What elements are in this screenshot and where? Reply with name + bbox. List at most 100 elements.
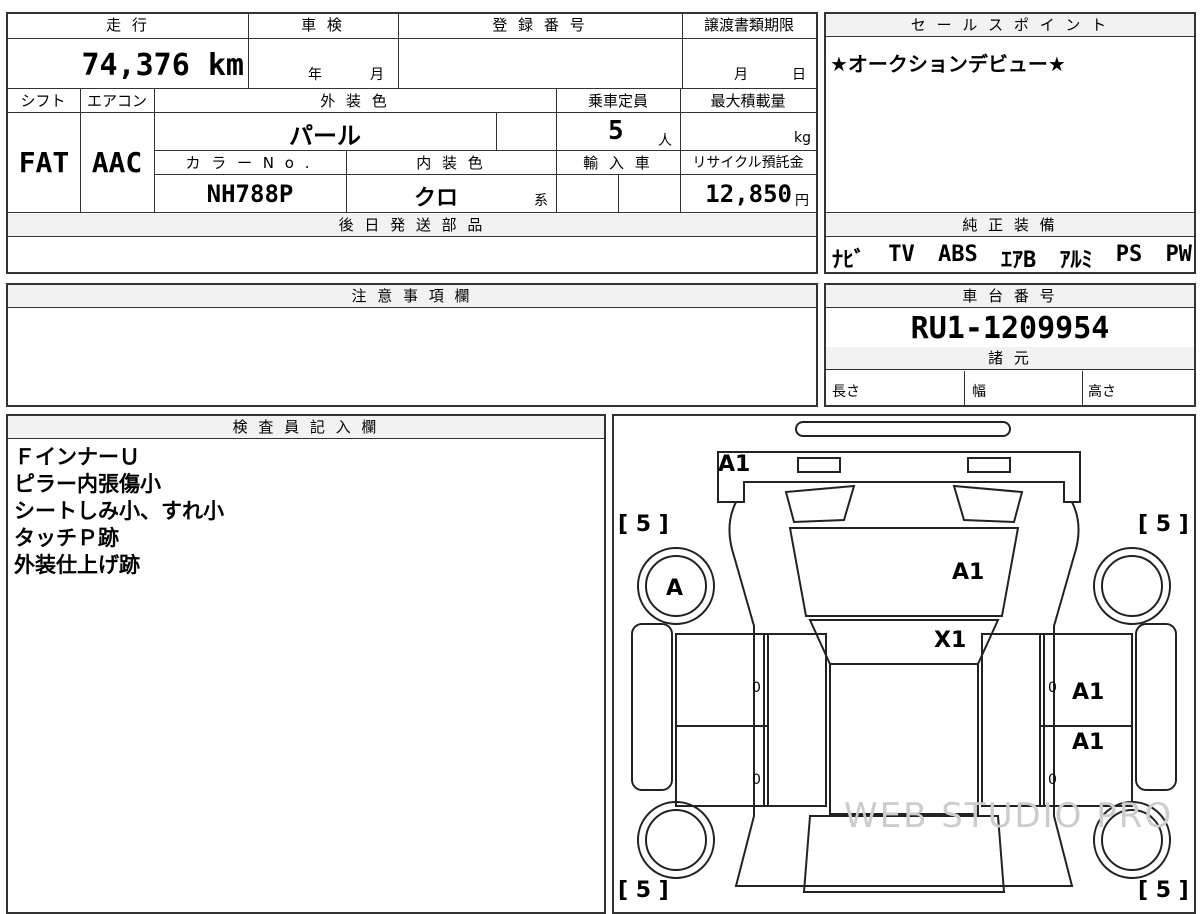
divider xyxy=(682,14,683,88)
equipment-item: ｱﾙﾐ xyxy=(1059,248,1093,273)
rear-light-left xyxy=(797,457,841,473)
rear-window-right xyxy=(952,484,1024,524)
divider xyxy=(154,174,816,175)
wheel-front-left xyxy=(637,801,715,879)
color-no-value: NH788P xyxy=(206,180,294,208)
hood-panel xyxy=(829,663,979,815)
inspector-note-line: 外装仕上げ跡 xyxy=(14,553,140,577)
sales-point-label: セ ー ル ス ポ イ ン ト xyxy=(826,14,1194,37)
transfer-label: 譲渡書類期限 xyxy=(703,16,794,34)
divider xyxy=(8,112,816,113)
chassis-number: RU1-1209954 xyxy=(910,311,1110,346)
mark-roof: A1 xyxy=(952,560,985,585)
notes-box: 注 意 事 項 欄 xyxy=(6,283,818,407)
capacity-unit: 人 xyxy=(658,133,672,149)
car-diagram-box: A1 A1 X1 A1 A1 A [ 5 ] [ 5 ] [ 5 ] [ 5 ]… xyxy=(612,414,1196,914)
mark-left-wheel: A xyxy=(666,576,684,601)
inspector-notes: ＦインナーＵ ピラー内張傷小 シートしみ小、すれ小 タッチＰ跡 外装仕上げ跡 xyxy=(14,444,224,579)
notes-label: 注 意 事 項 欄 xyxy=(8,285,816,308)
divider xyxy=(248,14,249,88)
mark-right-rear-door: A1 xyxy=(1072,730,1105,755)
registration-label: 登 録 番 号 xyxy=(492,16,588,34)
mark-right-front-door: A1 xyxy=(1072,680,1105,705)
equipment-list: ﾅﾋﾞ TV ABS ｴｱB ｱﾙﾐ PS PW xyxy=(832,242,1192,274)
tire-mark-rl: [ 5 ] xyxy=(618,878,669,903)
divider xyxy=(1082,371,1083,405)
rear-bumper-outline xyxy=(717,451,1081,503)
vehicle-info-table: 走 行 車 検 登 録 番 号 譲渡書類期限 74,376 km 年 月 月 日… xyxy=(6,12,818,274)
color-no-label: カ ラ ー N o . xyxy=(185,154,313,172)
divider xyxy=(618,174,619,212)
interior-color-value: クロ xyxy=(413,186,458,211)
inspector-note-line: ＦインナーＵ xyxy=(14,445,140,469)
mileage-label: 走 行 xyxy=(106,16,150,34)
wheel-rear-right-inner xyxy=(1101,555,1163,617)
inspector-box: 検 査 員 記 入 欄 ＦインナーＵ ピラー内張傷小 シートしみ小、すれ小 タッ… xyxy=(6,414,606,914)
rear-window-left xyxy=(784,484,856,524)
exterior-color-value: パール xyxy=(289,122,361,150)
capacity-value: 5 xyxy=(608,116,624,146)
shift-label: シフト xyxy=(20,92,66,110)
divider xyxy=(8,38,816,39)
left-pillar xyxy=(763,633,827,807)
interior-color-label: 内 装 色 xyxy=(416,154,486,172)
tire-mark-fr: [ 5 ] xyxy=(1138,512,1189,537)
mileage-value: 74,376 km xyxy=(81,48,244,83)
inspection-month: 月 xyxy=(370,67,384,83)
equipment-item: PS xyxy=(1115,242,1143,267)
height-label: 高さ xyxy=(1088,384,1116,400)
inspector-label: 検 査 員 記 入 欄 xyxy=(8,416,604,439)
inspection-year: 年 xyxy=(308,67,322,83)
chassis-box: 車 台 番 号 RU1-1209954 諸 元 長さ 幅 高さ xyxy=(824,283,1196,407)
divider xyxy=(496,112,497,150)
car-diagram xyxy=(631,421,1177,893)
import-label: 輸 入 車 xyxy=(583,154,653,172)
zero-mark: 0 xyxy=(752,680,761,696)
equipment-label: 純 正 装 備 xyxy=(826,214,1194,237)
tire-mark-rr: [ 5 ] xyxy=(1138,878,1189,903)
chassis-label: 車 台 番 号 xyxy=(826,285,1194,308)
aircon-label: エアコン xyxy=(86,92,147,110)
divider xyxy=(826,212,1194,213)
interior-suffix: 系 xyxy=(534,193,548,209)
capacity-label: 乗車定員 xyxy=(587,92,648,110)
equipment-item: ABS xyxy=(937,242,978,267)
recycle-label: リサイクル預託金 xyxy=(692,155,804,171)
equipment-item: TV xyxy=(888,242,915,267)
transfer-day: 日 xyxy=(792,67,806,83)
recycle-fee-unit: 円 xyxy=(795,193,809,209)
divider xyxy=(8,88,816,89)
length-label: 長さ xyxy=(832,384,860,400)
right-pillar xyxy=(981,633,1045,807)
divider xyxy=(8,236,816,237)
right-side-strip xyxy=(1135,623,1177,791)
wheel-rear-right xyxy=(1093,547,1171,625)
divider xyxy=(8,212,816,213)
transfer-month: 月 xyxy=(734,67,748,83)
zero-mark: 0 xyxy=(752,772,761,788)
inspector-note-line: タッチＰ跡 xyxy=(14,526,119,550)
left-side-strip xyxy=(631,623,673,791)
inspector-note-line: ピラー内張傷小 xyxy=(14,472,161,496)
divider xyxy=(964,371,965,405)
max-load-label: 最大積載量 xyxy=(710,92,786,110)
wheel-front-left-inner xyxy=(645,809,707,871)
exterior-color-label: 外 装 色 xyxy=(320,92,390,110)
spec-label: 諸 元 xyxy=(826,347,1194,370)
inspection-label: 車 検 xyxy=(301,16,345,34)
equipment-item: ｴｱB xyxy=(1000,248,1037,273)
zero-mark: 0 xyxy=(1048,680,1057,696)
zero-mark: 0 xyxy=(1048,772,1057,788)
inspector-note-line: シートしみ小、すれ小 xyxy=(14,499,224,523)
sales-point-box: セ ー ル ス ポ イ ン ト ★オークションデビュー★ 純 正 装 備 ﾅﾋﾞ… xyxy=(824,12,1196,274)
tire-mark-fl: [ 5 ] xyxy=(618,512,669,537)
rear-light-right xyxy=(967,457,1011,473)
equipment-item: PW xyxy=(1165,242,1192,267)
later-parts-label: 後 日 発 送 部 品 xyxy=(8,214,816,236)
watermark: WEB STUDIO PRO xyxy=(844,796,1174,836)
divider xyxy=(154,150,816,151)
rear-spoiler-outline xyxy=(795,421,1011,437)
width-label: 幅 xyxy=(972,384,986,400)
shift-value: FAT xyxy=(18,146,70,179)
mark-rear-bumper: A1 xyxy=(718,452,751,477)
